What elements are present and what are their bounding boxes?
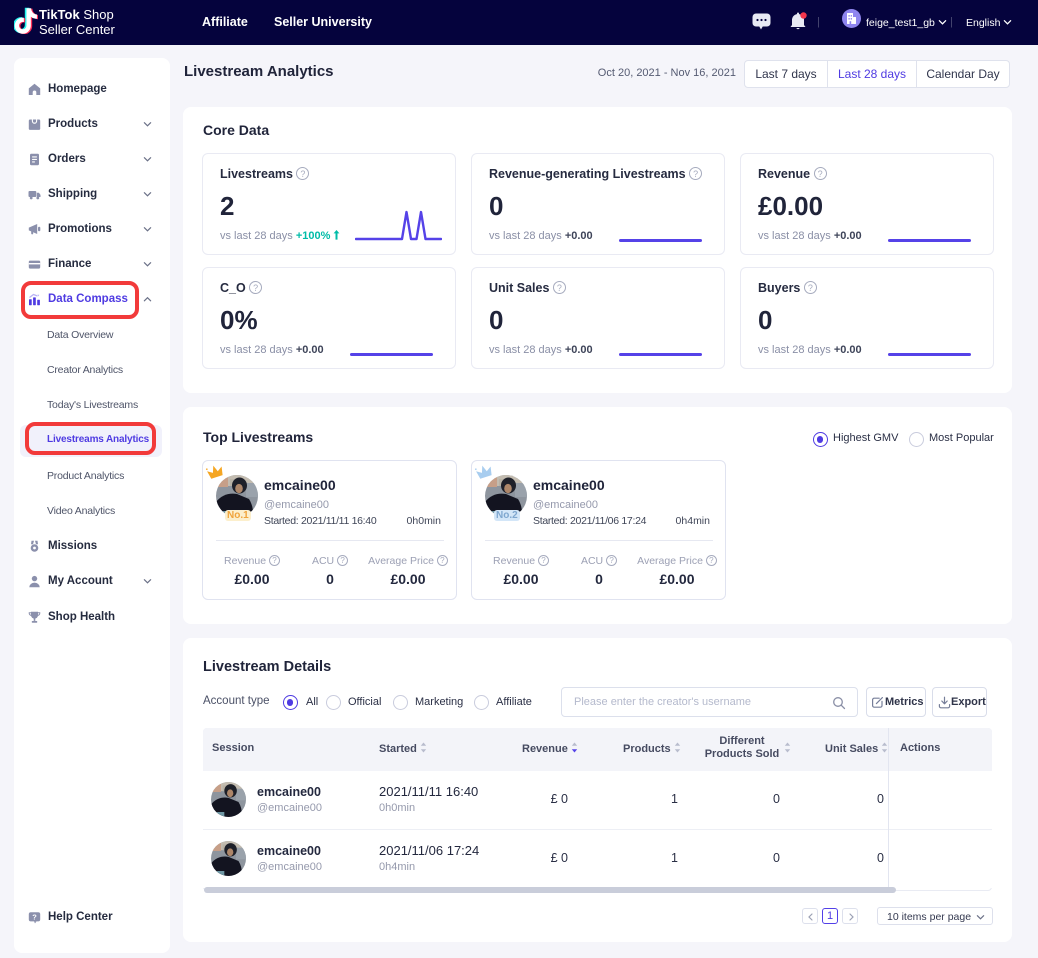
svg-text:?: ?	[32, 912, 37, 921]
